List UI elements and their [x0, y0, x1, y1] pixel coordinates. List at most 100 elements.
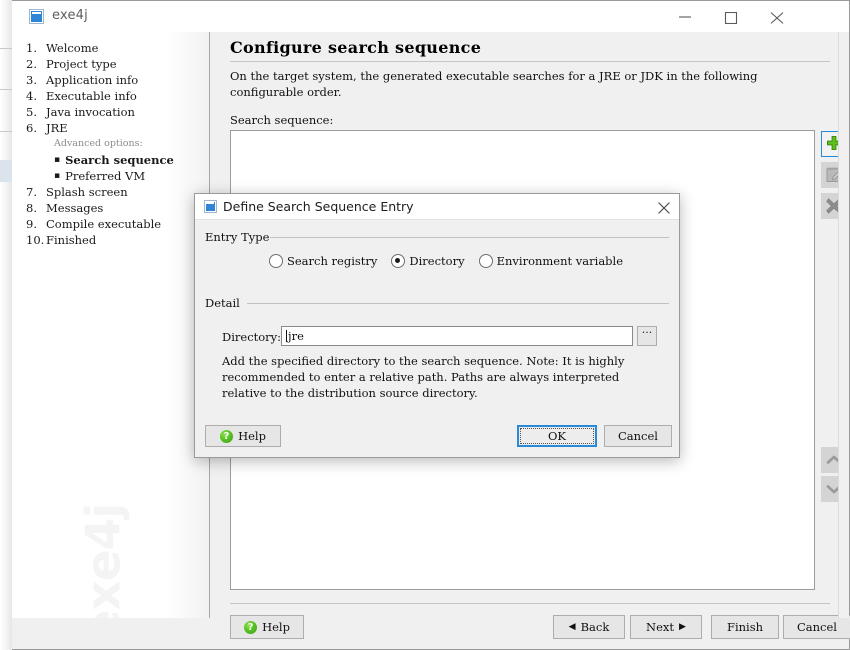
step-number: 9. — [26, 217, 37, 231]
dialog-help-button[interactable]: ? Help — [205, 425, 281, 447]
directory-input-value: jre — [288, 329, 304, 343]
dialog-cancel-label: Cancel — [618, 429, 658, 443]
entry-type-group-rule — [270, 237, 669, 238]
sidebar-item-java-invocation[interactable]: 5. Java invocation — [12, 104, 209, 120]
cancel-button[interactable]: Cancel — [783, 615, 850, 639]
wizard-step-list: 1. Welcome 2. Project type 3. Application i… — [12, 40, 209, 248]
exe4j-main-window: exe4j 1. Welcome 2. Project type 3. Applica… — [12, 0, 850, 650]
dialog-ok-button[interactable]: OK — [517, 425, 597, 447]
dialog-cancel-button[interactable]: Cancel — [604, 425, 672, 447]
arrow-left-icon: ◀ — [568, 621, 576, 632]
background-divider — [0, 89, 12, 90]
radio-search-registry[interactable]: Search registry — [269, 254, 377, 268]
minimize-button[interactable] — [663, 1, 709, 32]
text-caret — [286, 330, 287, 342]
maximize-button[interactable] — [709, 1, 755, 32]
radio-icon — [478, 254, 493, 268]
next-button[interactable]: Next ▶ — [630, 615, 702, 639]
radio-label: Environment variable — [496, 254, 624, 268]
bullet-icon: ▪ — [54, 155, 61, 165]
dialog-titlebar: Define Search Sequence Entry — [195, 194, 679, 220]
exe4j-watermark: exe4j — [76, 503, 132, 618]
sidebar-item-executable-info[interactable]: 4. Executable info — [12, 88, 209, 104]
sidebar-item-finished[interactable]: 10. Finished — [12, 232, 209, 248]
sidebar-item-jre[interactable]: 6. JRE — [12, 120, 209, 136]
step-label: Compile executable — [46, 217, 162, 231]
step-label: Splash screen — [46, 185, 128, 199]
sub-step-label: Preferred VM — [65, 169, 146, 183]
step-label: Application info — [46, 73, 139, 87]
close-button[interactable] — [755, 1, 801, 32]
entry-type-radio-group: Search registry Directory Environment va… — [269, 254, 623, 268]
back-button[interactable]: ◀ Back — [553, 615, 625, 639]
dialog-title: Define Search Sequence Entry — [223, 199, 414, 214]
help-button[interactable]: ? Help — [230, 615, 304, 639]
step-label: Finished — [46, 233, 97, 247]
step-number: 5. — [26, 105, 37, 119]
help-question-icon: ? — [244, 620, 258, 634]
step-number: 1. — [26, 41, 37, 55]
step-number: 4. — [26, 89, 37, 103]
background-highlight — [0, 160, 12, 182]
step-number: 8. — [26, 201, 37, 215]
advanced-options-header: Advanced options: — [54, 138, 143, 149]
step-label: Messages — [46, 201, 104, 215]
window-title: exe4j — [52, 8, 88, 23]
title-divider — [230, 61, 830, 62]
step-number: 7. — [26, 185, 37, 199]
step-number: 2. — [26, 57, 37, 71]
dialog-close-button[interactable] — [653, 197, 675, 217]
sidebar-item-project-type[interactable]: 2. Project type — [12, 56, 209, 72]
entry-type-group-label: Entry Type — [205, 230, 276, 244]
step-number: 6. — [26, 121, 37, 135]
directory-label: Directory: — [222, 330, 282, 344]
detail-group-rule — [247, 303, 669, 304]
finish-button-label: Finish — [726, 620, 764, 634]
window-scrollbar[interactable] — [838, 32, 849, 618]
finish-button[interactable]: Finish — [711, 615, 779, 639]
step-label: Executable info — [46, 89, 137, 103]
sidebar-item-search-sequence[interactable]: ▪ Search sequence — [12, 152, 209, 168]
window-titlebar: exe4j — [12, 1, 849, 32]
step-number: 3. — [26, 73, 37, 87]
search-sequence-label: Search sequence: — [230, 113, 334, 127]
define-search-sequence-entry-dialog: Define Search Sequence Entry Entry Type … — [194, 193, 680, 458]
step-number: 10. — [26, 233, 45, 247]
page-description: On the target system, the generated exec… — [230, 69, 758, 99]
sidebar-item-application-info[interactable]: 3. Application info — [12, 72, 209, 88]
sidebar-item-preferred-vm[interactable]: ▪ Preferred VM — [12, 168, 209, 184]
background-divider — [0, 131, 12, 132]
background-divider — [0, 48, 12, 49]
arrow-right-icon: ▶ — [679, 621, 686, 632]
sidebar-item-splash-screen[interactable]: 7. Splash screen — [12, 184, 209, 200]
sidebar-item-compile-executable[interactable]: 9. Compile executable — [12, 216, 209, 232]
browse-directory-button[interactable]: ··· — [637, 326, 657, 346]
wizard-step-sidebar: 1. Welcome 2. Project type 3. Application i… — [12, 32, 210, 618]
sidebar-item-welcome[interactable]: 1. Welcome — [12, 40, 209, 56]
radio-icon — [391, 254, 406, 268]
exe4j-app-icon — [29, 9, 44, 24]
radio-label: Directory — [409, 254, 465, 268]
next-button-label: Next — [646, 620, 675, 634]
footer-divider — [230, 603, 830, 604]
step-label: Project type — [46, 57, 117, 71]
bullet-icon: ▪ — [54, 171, 61, 181]
page-title: Configure search sequence — [230, 38, 482, 57]
sidebar-item-messages[interactable]: 8. Messages — [12, 200, 209, 216]
radio-directory[interactable]: Directory — [391, 254, 465, 268]
radio-label: Search registry — [287, 254, 378, 268]
dialog-app-icon — [204, 200, 217, 213]
radio-environment-variable[interactable]: Environment variable — [478, 254, 624, 268]
detail-group-label: Detail — [205, 296, 246, 310]
directory-help-note: Add the specified directory to the searc… — [222, 354, 625, 400]
step-label: Java invocation — [46, 105, 135, 119]
directory-input[interactable]: jre — [281, 326, 633, 346]
focus-outline — [520, 428, 594, 444]
step-label: JRE — [46, 121, 68, 135]
back-button-label: Back — [580, 620, 610, 634]
cancel-button-label: Cancel — [797, 620, 837, 634]
help-question-icon: ? — [220, 429, 234, 443]
help-button-label: Help — [262, 620, 290, 634]
dialog-help-label: Help — [238, 429, 266, 443]
sub-step-label: Search sequence — [65, 153, 174, 167]
